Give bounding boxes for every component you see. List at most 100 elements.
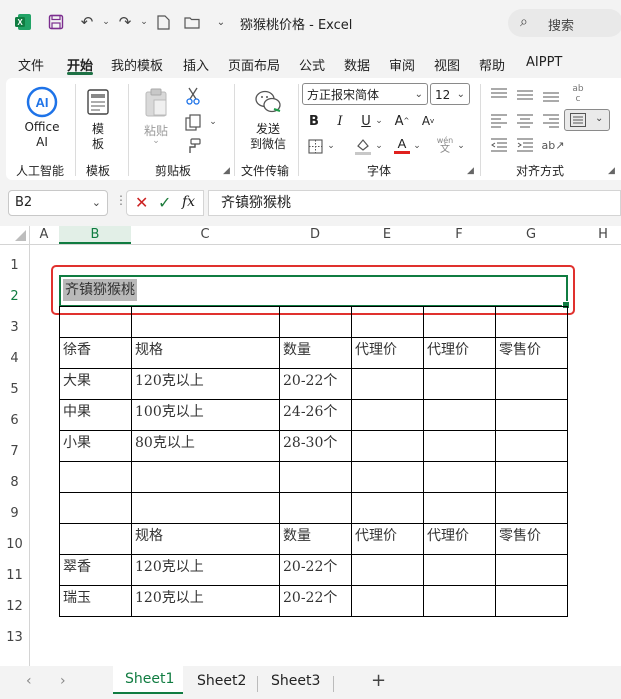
underline-icon[interactable]: U <box>358 111 374 131</box>
column-header-g[interactable]: G <box>495 226 567 244</box>
cell-d7[interactable]: 28-30个 <box>279 428 337 458</box>
cell-b6[interactable]: 中果 <box>59 397 91 427</box>
cell-d11[interactable]: 20-22个 <box>279 552 337 582</box>
font-color-dropdown-icon[interactable]: ⌄ <box>412 136 422 156</box>
orientation-icon[interactable]: ab↗ <box>542 136 565 154</box>
tab-data[interactable]: 数据 <box>344 55 370 74</box>
row-header-4[interactable]: 4 <box>0 351 29 366</box>
cell-d12[interactable]: 20-22个 <box>279 583 337 613</box>
align-middle-icon[interactable] <box>516 86 534 104</box>
tab-sheet1[interactable]: Sheet1 <box>113 666 183 694</box>
enter-icon[interactable]: ✓ <box>158 193 171 212</box>
cell-c5[interactable]: 120克以上 <box>131 366 204 396</box>
row-header-3[interactable]: 3 <box>0 320 29 335</box>
tab-help[interactable]: 帮助 <box>479 55 505 74</box>
column-header-h[interactable]: H <box>567 226 621 244</box>
copy-icon[interactable] <box>182 112 204 132</box>
cell-b12[interactable]: 瑞玉 <box>59 583 91 613</box>
borders-dropdown-icon[interactable]: ⌄ <box>326 136 336 156</box>
align-center-icon[interactable] <box>516 112 534 130</box>
increase-font-icon[interactable]: A ^ <box>392 111 412 131</box>
row-header-12[interactable]: 12 <box>0 599 29 614</box>
send-to-wechat-button[interactable]: 发送 到微信 <box>244 84 292 151</box>
cell-c7[interactable]: 80克以上 <box>131 428 195 458</box>
cell-b4[interactable]: 徐香 <box>59 335 91 365</box>
customize-toolbar-icon[interactable]: ⌄ <box>210 11 232 33</box>
cell-c4[interactable]: 规格 <box>131 335 163 365</box>
align-bottom-icon[interactable] <box>542 86 560 104</box>
tab-page-layout[interactable]: 页面布局 <box>228 55 280 74</box>
search-box[interactable]: ⌕ 搜索 <box>508 9 621 37</box>
cell-d5[interactable]: 20-22个 <box>279 366 337 396</box>
column-header-a[interactable]: A <box>29 226 59 244</box>
insert-function-icon[interactable]: fx <box>182 194 195 210</box>
row-header-11[interactable]: 11 <box>0 568 29 583</box>
phonetic-dropdown-icon[interactable]: ⌄ <box>456 136 466 156</box>
row-header-6[interactable]: 6 <box>0 413 29 428</box>
cell-b11[interactable]: 翠香 <box>59 552 91 582</box>
font-launcher-icon[interactable]: ◢ <box>467 166 474 176</box>
row-header-9[interactable]: 9 <box>0 506 29 521</box>
cell-c11[interactable]: 120克以上 <box>131 552 204 582</box>
cell-c10[interactable]: 规格 <box>131 521 163 551</box>
decrease-indent-icon[interactable] <box>490 136 508 154</box>
cut-icon[interactable] <box>183 86 203 106</box>
formula-input[interactable]: 齐镇猕猴桃 <box>208 190 621 216</box>
cell-d10[interactable]: 数量 <box>279 521 311 551</box>
font-name-select[interactable]: 方正报宋简体 ⌄ <box>302 83 428 105</box>
new-file-icon[interactable] <box>152 11 174 33</box>
tab-file[interactable]: 文件 <box>18 55 44 74</box>
cell-d6[interactable]: 24-26个 <box>279 397 337 427</box>
scroll-left-icon[interactable]: ‹ <box>26 673 32 689</box>
tab-view[interactable]: 视图 <box>434 55 460 74</box>
fill-color-dropdown-icon[interactable]: ⌄ <box>374 136 384 156</box>
select-all-corner[interactable] <box>0 226 29 244</box>
add-sheet-icon[interactable]: + <box>371 670 386 691</box>
cell-e4[interactable]: 代理价 <box>351 335 397 365</box>
column-header-f[interactable]: F <box>423 226 495 244</box>
fill-color-icon[interactable] <box>352 136 374 156</box>
cell-g4[interactable]: 零售价 <box>495 335 541 365</box>
paste-button[interactable]: 粘贴 ⌄ <box>136 84 176 150</box>
column-header-b[interactable]: B <box>59 226 131 244</box>
row-header-1[interactable]: 1 <box>0 258 29 273</box>
template-button[interactable]: 模 板 <box>80 84 116 151</box>
cell-f4[interactable]: 代理价 <box>423 335 469 365</box>
cancel-icon[interactable]: ✕ <box>135 193 148 212</box>
open-folder-icon[interactable] <box>181 11 203 33</box>
font-size-select[interactable]: 12 ⌄ <box>430 83 470 105</box>
tab-insert[interactable]: 插入 <box>183 55 209 74</box>
increase-indent-icon[interactable] <box>516 136 534 154</box>
format-painter-icon[interactable] <box>182 136 204 156</box>
cell-e10[interactable]: 代理价 <box>351 521 397 551</box>
borders-icon[interactable] <box>306 136 324 156</box>
font-color-icon[interactable]: A <box>392 134 412 156</box>
name-box[interactable]: B2 ⌄ <box>8 190 108 216</box>
row-header-8[interactable]: 8 <box>0 475 29 490</box>
copy-dropdown-icon[interactable]: ⌄ <box>206 112 220 132</box>
alignment-launcher-icon[interactable]: ◢ <box>608 166 615 176</box>
underline-dropdown-icon[interactable]: ⌄ <box>374 111 384 131</box>
cell-g10[interactable]: 零售价 <box>495 521 541 551</box>
cell-c12[interactable]: 120克以上 <box>131 583 204 613</box>
cell-d4[interactable]: 数量 <box>279 335 311 365</box>
save-icon[interactable] <box>45 11 67 33</box>
cell-f10[interactable]: 代理价 <box>423 521 469 551</box>
align-right-icon[interactable] <box>542 112 560 130</box>
tab-sheet3[interactable]: Sheet3 <box>271 673 320 689</box>
text-orientation-icon[interactable]: ab c <box>568 82 588 106</box>
column-header-c[interactable]: C <box>131 226 279 244</box>
cell-b7[interactable]: 小果 <box>59 428 91 458</box>
tab-my-templates[interactable]: 我的模板 <box>111 55 163 74</box>
tab-sheet2[interactable]: Sheet2 <box>197 673 246 689</box>
tab-review[interactable]: 审阅 <box>389 55 415 74</box>
cell-b5[interactable]: 大果 <box>59 366 91 396</box>
cell-c6[interactable]: 100克以上 <box>131 397 204 427</box>
row-header-2[interactable]: 2 <box>0 289 29 304</box>
bold-icon[interactable]: B <box>306 111 322 131</box>
clipboard-launcher-icon[interactable]: ◢ <box>223 166 230 176</box>
office-ai-button[interactable]: AI Office AI <box>16 84 68 150</box>
row-header-10[interactable]: 10 <box>0 537 29 552</box>
column-header-e[interactable]: E <box>351 226 423 244</box>
row-header-13[interactable]: 13 <box>0 630 29 645</box>
